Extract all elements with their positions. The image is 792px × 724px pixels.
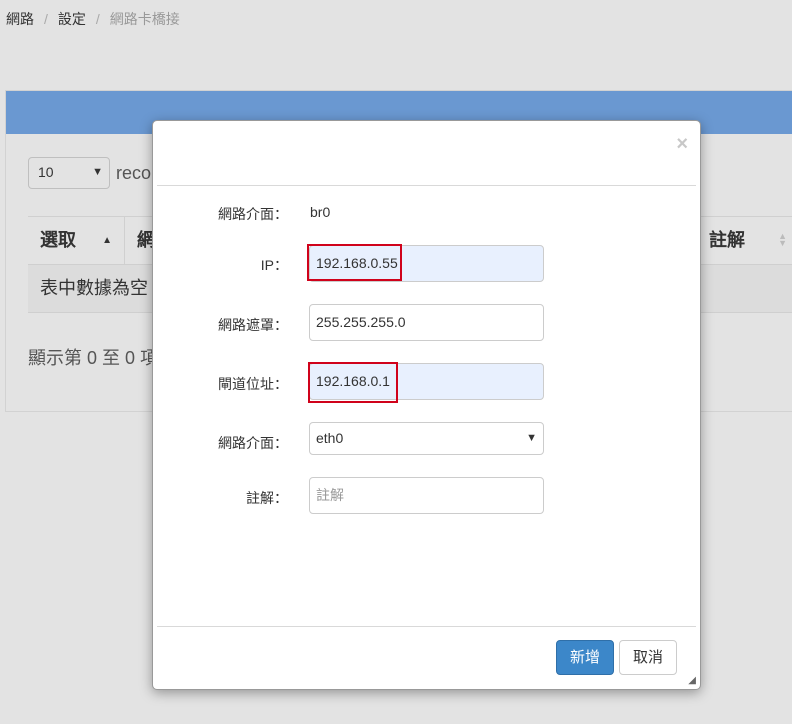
- gateway-label: 閘道位址：: [218, 376, 288, 392]
- modal-header-divider: [157, 185, 696, 186]
- nic-select-value: eth0: [316, 430, 344, 446]
- sort-both-icon: ▲ ▼: [778, 231, 787, 248]
- gateway-highlight-box: [308, 362, 398, 403]
- breadcrumb-separator: /: [44, 11, 48, 27]
- netmask-label: 網路遮罩：: [218, 317, 288, 333]
- page-length-value: 10: [38, 164, 54, 180]
- breadcrumb-network[interactable]: 網路: [6, 9, 34, 29]
- modal-footer-divider: [157, 626, 696, 627]
- ip-highlight-box: [307, 244, 402, 281]
- add-bridge-dialog: × 網路介面： br0 IP： 192.168.0.55 網路遮罩： 255.2…: [152, 120, 701, 690]
- chevron-down-icon: ▼: [92, 166, 103, 178]
- breadcrumb-settings[interactable]: 設定: [58, 9, 86, 29]
- add-button[interactable]: 新增: [556, 640, 614, 675]
- note-input[interactable]: 註解: [309, 477, 544, 514]
- column-label: 註解: [709, 230, 745, 250]
- sort-asc-icon: ▲: [102, 235, 112, 246]
- records-label: reco: [116, 163, 152, 183]
- nic-select[interactable]: eth0 ▼: [309, 422, 544, 455]
- interface-label: 網路介面：: [218, 206, 288, 222]
- table-info: 顯示第 0 至 0 項: [28, 348, 159, 368]
- resize-grip-icon[interactable]: ◢: [688, 675, 696, 686]
- column-header-note[interactable]: 註解 ▲ ▼: [696, 217, 792, 264]
- interface-value: br0: [310, 204, 331, 220]
- note-label: 註解：: [246, 490, 288, 506]
- chevron-down-icon: ▼: [526, 432, 537, 444]
- column-header-select[interactable]: 選取 ▲: [28, 217, 125, 264]
- breadcrumb-separator: /: [95, 11, 100, 27]
- close-icon[interactable]: ×: [676, 134, 688, 154]
- nic-label: 網路介面：: [218, 435, 288, 451]
- breadcrumb: 網路 / 設定 / 網路卡橋接: [6, 9, 180, 29]
- ip-label: IP：: [260, 257, 288, 273]
- netmask-input[interactable]: 255.255.255.0: [309, 304, 544, 341]
- breadcrumb-current: 網路卡橋接: [109, 11, 180, 27]
- column-label: 選取: [40, 230, 76, 250]
- cancel-button[interactable]: 取消: [619, 640, 677, 675]
- page-length-select[interactable]: 10 ▼: [28, 157, 110, 189]
